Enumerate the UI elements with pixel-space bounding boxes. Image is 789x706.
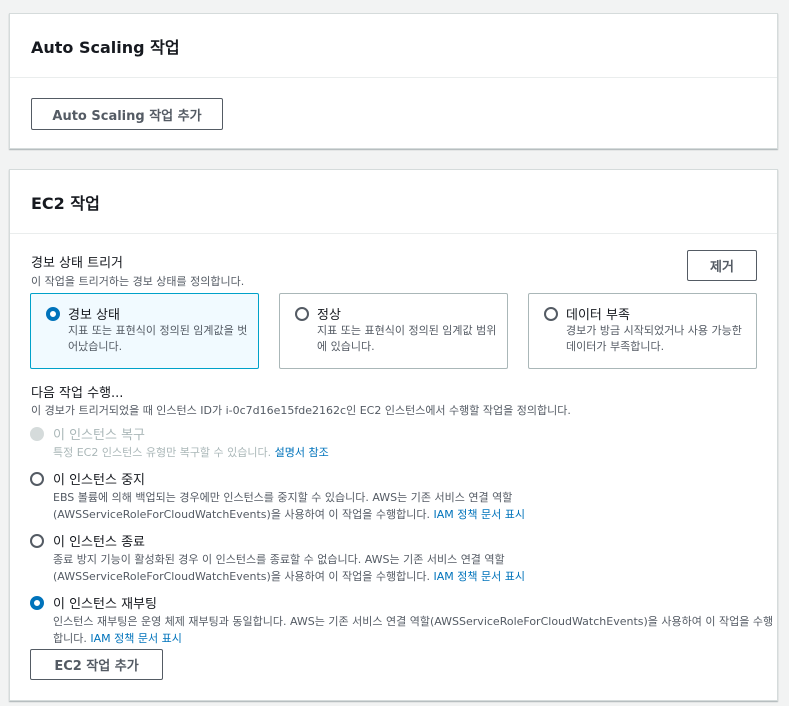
action-label: 다음 작업 수행... [31, 386, 124, 401]
option-desc-text: 특정 EC2 인스턴스 유형만 복구할 수 있습니다. [53, 446, 275, 459]
state-title: 정상 [317, 308, 341, 323]
add-ec2-action-button[interactable]: EC2 작업 추가 [30, 649, 163, 680]
option-radio-stop[interactable] [30, 472, 44, 486]
state-desc: 지표 또는 표현식이 정의된 임계값 범위에 있습니다. [317, 324, 497, 353]
autoscaling-title: Auto Scaling 작업 [31, 37, 180, 57]
state-title: 데이터 부족 [566, 308, 630, 323]
autoscaling-header: Auto Scaling 작업 [10, 14, 777, 78]
option-desc: 인스턴스 재부팅은 운영 체제 재부팅과 동일합니다. AWS는 기존 서비스 … [53, 613, 781, 647]
state-desc: 지표 또는 표현식이 정의된 임계값을 벗어났습니다. [68, 324, 248, 353]
option-title: 이 인스턴스 재부팅 [53, 597, 157, 612]
state-desc: 경보가 방금 시작되었거나 사용 가능한 데이터가 부족합니다. [566, 324, 742, 353]
ec2-title: EC2 작업 [31, 193, 100, 213]
state-card-alarm[interactable]: 경보 상태 지표 또는 표현식이 정의된 임계값을 벗어났습니다. [30, 293, 259, 369]
option-desc: 특정 EC2 인스턴스 유형만 복구할 수 있습니다. 설명서 참조 [53, 444, 768, 461]
trigger-desc: 이 작업을 트리거하는 경보 상태를 정의합니다. [31, 275, 245, 288]
option-desc: 종료 방지 기능이 활성화된 경우 이 인스턴스를 종료할 수 없습니다. AW… [53, 551, 613, 585]
state-title: 경보 상태 [68, 308, 120, 323]
option-title: 이 인스턴스 중지 [53, 473, 145, 488]
option-title: 이 인스턴스 복구 [53, 428, 145, 443]
state-card-ok[interactable]: 정상 지표 또는 표현식이 정의된 임계값 범위에 있습니다. [279, 293, 508, 369]
iam-policy-link[interactable]: IAM 정책 문서 표시 [90, 632, 181, 645]
option-title: 이 인스턴스 종료 [53, 535, 145, 550]
iam-policy-link[interactable]: IAM 정책 문서 표시 [433, 570, 524, 583]
option-radio-terminate[interactable] [30, 534, 44, 548]
state-card-insufficient[interactable]: 데이터 부족 경보가 방금 시작되었거나 사용 가능한 데이터가 부족합니다. [528, 293, 757, 369]
state-radio-insufficient[interactable] [544, 307, 558, 321]
iam-policy-link[interactable]: IAM 정책 문서 표시 [433, 508, 524, 521]
autoscaling-panel: Auto Scaling 작업 Auto Scaling 작업 추가 [9, 13, 778, 149]
ec2-panel: EC2 작업 경보 상태 트리거 이 작업을 트리거하는 경보 상태를 정의합니… [9, 169, 778, 701]
ec2-header: EC2 작업 [10, 170, 777, 234]
add-autoscaling-action-button[interactable]: Auto Scaling 작업 추가 [31, 98, 223, 130]
docs-link[interactable]: 설명서 참조 [275, 446, 329, 459]
action-desc: 이 경보가 트리거되었을 때 인스턴스 ID가 i-0c7d16e15fde21… [31, 404, 571, 417]
state-radio-alarm[interactable] [46, 307, 60, 321]
option-radio-recover [30, 427, 44, 441]
state-radio-ok[interactable] [295, 307, 309, 321]
option-radio-reboot[interactable] [30, 596, 44, 610]
trigger-label: 경보 상태 트리거 [31, 256, 123, 271]
remove-button[interactable]: 제거 [687, 250, 757, 281]
option-desc: EBS 볼륨에 의해 백업되는 경우에만 인스턴스를 중지할 수 있습니다. A… [53, 489, 613, 523]
